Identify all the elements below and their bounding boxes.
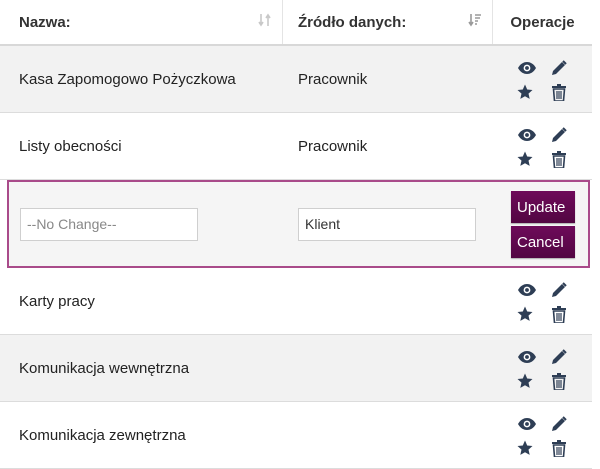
- table-row: Komunikacja zewnętrzna: [0, 402, 592, 469]
- trash-icon[interactable]: [547, 437, 571, 459]
- row-source: Pracownik: [298, 70, 368, 88]
- edit-row: Update Cancel: [7, 180, 590, 268]
- eye-icon[interactable]: [515, 57, 539, 79]
- eye-icon[interactable]: [515, 124, 539, 146]
- trash-icon[interactable]: [547, 303, 571, 325]
- row-name: Listy obecności: [19, 137, 122, 155]
- table-row: Listy obecności Pracownik: [0, 113, 592, 180]
- table-header: Nazwa: Źródło danych: Operacje: [0, 0, 592, 46]
- row-source: Pracownik: [298, 137, 368, 155]
- column-header-source[interactable]: Źródło danych:: [283, 0, 493, 44]
- update-button[interactable]: Update: [511, 191, 575, 223]
- sort-desc-icon[interactable]: [468, 12, 482, 32]
- row-name: Komunikacja zewnętrzna: [19, 427, 186, 444]
- pencil-icon[interactable]: [547, 413, 571, 435]
- row-name: Komunikacja wewnętrzna: [19, 359, 190, 377]
- eye-icon[interactable]: [515, 279, 539, 301]
- row-operations: [493, 335, 592, 401]
- pencil-icon[interactable]: [547, 346, 571, 368]
- eye-icon[interactable]: [515, 346, 539, 368]
- star-icon[interactable]: [513, 81, 537, 103]
- star-icon[interactable]: [513, 370, 537, 392]
- table-row: Komunikacja wewnętrzna: [0, 335, 592, 402]
- trash-icon[interactable]: [547, 81, 571, 103]
- pencil-icon[interactable]: [547, 279, 571, 301]
- name-edit-field[interactable]: [20, 207, 198, 241]
- source-edit-field[interactable]: [298, 207, 476, 241]
- star-icon[interactable]: [513, 303, 537, 325]
- table-row: Kasa Zapomogowo Pożyczkowa Pracownik: [0, 46, 592, 113]
- table-row: Karty pracy: [0, 268, 592, 335]
- star-icon[interactable]: [513, 437, 537, 459]
- sort-icon[interactable]: [258, 12, 272, 32]
- trash-icon[interactable]: [547, 370, 571, 392]
- data-table: Nazwa: Źródło danych: Operacje Kasa Zapo…: [0, 0, 592, 469]
- column-header-ops: Operacje: [510, 13, 575, 31]
- row-operations: [493, 402, 592, 468]
- cancel-button[interactable]: Cancel: [511, 226, 575, 258]
- pencil-icon[interactable]: [547, 57, 571, 79]
- column-header-source-label: Źródło danych:: [298, 13, 407, 31]
- star-icon[interactable]: [513, 148, 537, 170]
- column-header-name[interactable]: Nazwa:: [0, 0, 283, 44]
- row-name: Kasa Zapomogowo Pożyczkowa: [19, 70, 236, 88]
- row-operations: [493, 46, 592, 112]
- row-operations: [493, 113, 592, 179]
- row-operations: [493, 268, 592, 334]
- column-header-name-label: Nazwa:: [19, 13, 71, 31]
- row-name: Karty pracy: [19, 292, 95, 310]
- eye-icon[interactable]: [515, 413, 539, 435]
- pencil-icon[interactable]: [547, 124, 571, 146]
- trash-icon[interactable]: [547, 148, 571, 170]
